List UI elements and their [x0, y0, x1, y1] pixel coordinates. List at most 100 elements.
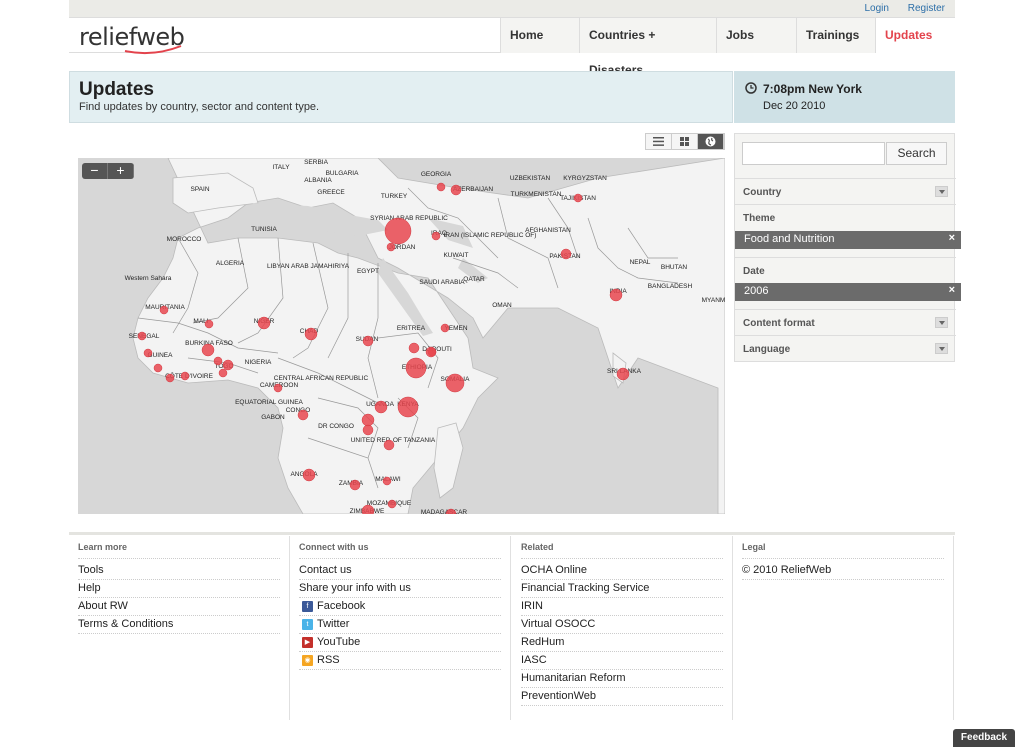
- footer-link-contact[interactable]: Contact us: [299, 562, 501, 580]
- map-update-marker[interactable]: [560, 248, 572, 260]
- footer-link-redhum[interactable]: RedHum: [521, 634, 723, 652]
- country-facet-label: Country: [743, 187, 782, 198]
- logo[interactable]: reliefweb: [79, 23, 185, 55]
- map-update-marker[interactable]: [405, 357, 427, 379]
- search-input[interactable]: [742, 142, 885, 165]
- map-update-marker[interactable]: [362, 424, 374, 436]
- content-format-facet[interactable]: Content format: [735, 309, 956, 335]
- top-bar: Login Register: [69, 0, 955, 18]
- map-country-label: EGYPT: [357, 268, 379, 275]
- map-country-label: UZBEKISTAN: [510, 175, 551, 182]
- map-update-marker[interactable]: [180, 371, 190, 381]
- zoom-out-button[interactable]: −: [82, 163, 108, 179]
- map-update-marker[interactable]: [573, 193, 583, 203]
- content-format-dropdown-icon[interactable]: [935, 317, 948, 328]
- language-facet[interactable]: Language: [735, 335, 956, 361]
- map-country-label: GEORGIA: [421, 171, 452, 178]
- map-update-marker[interactable]: [450, 184, 462, 196]
- zoom-in-button[interactable]: +: [108, 163, 134, 179]
- footer-link-iasc[interactable]: IASC: [521, 652, 723, 670]
- nav-trainings[interactable]: Trainings: [796, 18, 875, 53]
- map-update-marker[interactable]: [408, 342, 420, 354]
- map-update-marker[interactable]: [143, 348, 153, 358]
- map-update-marker[interactable]: [445, 373, 465, 393]
- map-update-marker[interactable]: [609, 288, 623, 302]
- site-header: reliefweb Home Countries + Disasters Job…: [69, 18, 955, 77]
- footer-link-humanitarian-reform[interactable]: Humanitarian Reform: [521, 670, 723, 688]
- map-update-marker[interactable]: [153, 363, 163, 373]
- search-button[interactable]: Search: [886, 142, 947, 165]
- map-view-button[interactable]: [698, 134, 724, 149]
- map-update-marker[interactable]: [384, 217, 412, 245]
- login-link[interactable]: Login: [865, 3, 889, 14]
- map-update-marker[interactable]: [137, 331, 147, 341]
- list-view-button[interactable]: [646, 134, 672, 149]
- map-update-marker[interactable]: [616, 367, 630, 381]
- map-country-label: SERBIA: [304, 159, 329, 166]
- map-update-marker[interactable]: [159, 305, 169, 315]
- footer-link-terms[interactable]: Terms & Conditions: [78, 616, 280, 634]
- map-country-label: GREECE: [317, 189, 345, 196]
- map-update-marker[interactable]: [302, 468, 316, 482]
- map-update-marker[interactable]: [387, 499, 397, 509]
- map-country-label: ALBANIA: [304, 177, 332, 184]
- footer-link-irin[interactable]: IRIN: [521, 598, 723, 616]
- map-country-label: TURKMENISTAN: [511, 191, 562, 198]
- map-update-marker[interactable]: [204, 319, 214, 329]
- map-update-marker[interactable]: [397, 396, 419, 418]
- map-update-marker[interactable]: [218, 368, 228, 378]
- nav-countries-disasters[interactable]: Countries + Disasters: [579, 18, 716, 77]
- map-update-marker[interactable]: [431, 231, 441, 241]
- map-update-marker[interactable]: [386, 242, 396, 252]
- footer-link-share-info[interactable]: Share your info with us: [299, 580, 501, 598]
- footer-link-rss[interactable]: ◉ RSS: [299, 652, 501, 670]
- grid-view-button[interactable]: [672, 134, 698, 149]
- footer-link-facebook[interactable]: f Facebook: [299, 598, 501, 616]
- footer-link-osocc[interactable]: Virtual OSOCC: [521, 616, 723, 634]
- footer-link-tools[interactable]: Tools: [78, 562, 280, 580]
- youtube-icon: ▶: [302, 637, 313, 648]
- map-update-marker[interactable]: [436, 182, 446, 192]
- map-view[interactable]: SERBIA ITALY BULGARIA ALBANIA GEORGIA SPAIN GR…: [78, 158, 725, 514]
- nav-home[interactable]: Home: [500, 18, 579, 53]
- rss-icon: ◉: [302, 655, 313, 666]
- feedback-button[interactable]: Feedback: [953, 729, 1015, 747]
- map-update-marker[interactable]: [222, 359, 234, 371]
- nav-updates[interactable]: Updates: [875, 18, 955, 53]
- footer-link-preventionweb[interactable]: PreventionWeb: [521, 688, 723, 706]
- map-update-marker[interactable]: [257, 316, 271, 330]
- map-update-marker[interactable]: [425, 346, 437, 358]
- map-country-label: MADAGASCAR: [421, 509, 468, 514]
- map-update-marker[interactable]: [273, 383, 283, 393]
- map-update-marker[interactable]: [201, 343, 215, 357]
- map-update-marker[interactable]: [361, 413, 375, 427]
- map-update-marker[interactable]: [304, 327, 318, 341]
- view-switcher: [645, 133, 725, 150]
- clock-date: Dec 20 2010: [763, 100, 826, 112]
- language-dropdown-icon[interactable]: [935, 343, 948, 354]
- country-dropdown-icon[interactable]: [935, 186, 948, 197]
- footer-link-fts[interactable]: Financial Tracking Service: [521, 580, 723, 598]
- map-update-marker[interactable]: [440, 323, 450, 333]
- date-facet-label: Date: [743, 266, 765, 277]
- map-update-marker[interactable]: [382, 476, 392, 486]
- youtube-label: YouTube: [317, 636, 361, 648]
- remove-theme-filter-icon[interactable]: ×: [949, 232, 955, 244]
- map-update-marker[interactable]: [362, 335, 374, 347]
- map-update-marker[interactable]: [349, 479, 361, 491]
- footer-link-ocha[interactable]: OCHA Online: [521, 562, 723, 580]
- footer-link-youtube[interactable]: ▶ YouTube: [299, 634, 501, 652]
- country-facet[interactable]: Country: [735, 178, 956, 204]
- footer-link-twitter[interactable]: t Twitter: [299, 616, 501, 634]
- map-update-marker[interactable]: [383, 439, 395, 451]
- remove-date-filter-icon[interactable]: ×: [949, 284, 955, 296]
- map-update-marker[interactable]: [374, 400, 388, 414]
- map-update-marker[interactable]: [165, 373, 175, 383]
- map-country-label: IRAN (ISLAMIC REPUBLIC OF): [444, 232, 537, 239]
- footer-link-help[interactable]: Help: [78, 580, 280, 598]
- map-update-marker[interactable]: [213, 356, 223, 366]
- map-update-marker[interactable]: [297, 409, 309, 421]
- nav-jobs[interactable]: Jobs: [716, 18, 796, 53]
- register-link[interactable]: Register: [908, 3, 945, 14]
- footer-link-about[interactable]: About RW: [78, 598, 280, 616]
